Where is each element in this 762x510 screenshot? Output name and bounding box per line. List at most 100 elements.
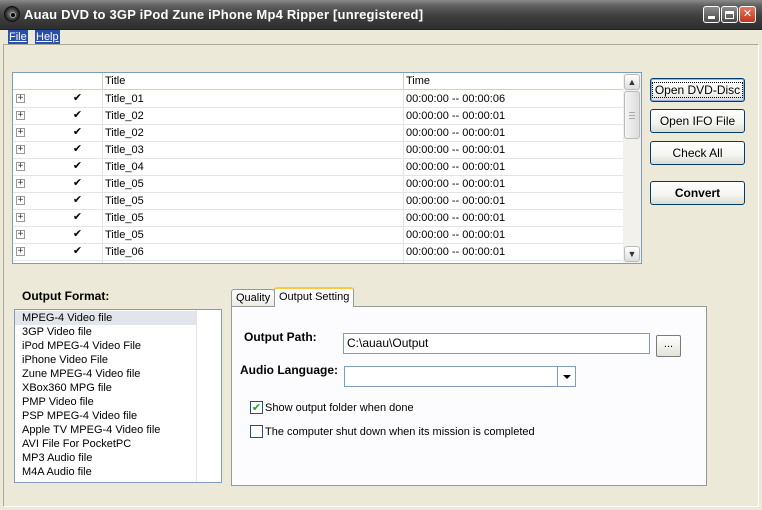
row-checkbox[interactable]: ✔ (72, 195, 83, 206)
menu-file[interactable]: File (8, 30, 28, 44)
expand-icon[interactable]: + (16, 213, 25, 222)
maximize-icon (725, 10, 734, 19)
header-time[interactable]: Time (404, 73, 623, 90)
list-item[interactable]: iPhone Video File (15, 353, 197, 367)
row-checkbox[interactable]: ✔ (72, 229, 83, 240)
table-row[interactable]: + ✔ Title_03 00:00:00 -- 00:00:01 (13, 142, 623, 159)
row-title: Title_05 (105, 178, 144, 190)
list-item[interactable]: iPod MPEG-4 Video File (15, 339, 197, 353)
row-title: Title_01 (105, 93, 144, 105)
list-item[interactable]: MP3 Audio file (15, 451, 197, 465)
list-header: Title Time (13, 73, 623, 90)
scroll-down-button[interactable]: ▼ (624, 246, 640, 262)
shutdown-checkbox[interactable] (250, 425, 263, 438)
row-checkbox[interactable]: ✔ (72, 144, 83, 155)
list-item[interactable]: PMP Video file (15, 395, 197, 409)
title-bar[interactable]: Auau DVD to 3GP iPod Zune iPhone Mp4 Rip… (0, 0, 762, 30)
check-icon: ✔ (251, 402, 262, 414)
row-title: Title_04 (105, 161, 144, 173)
row-checkbox[interactable]: ✔ (72, 161, 83, 172)
show-output-folder-label[interactable]: Show output folder when done (265, 402, 414, 414)
list-item[interactable]: 3GP Video file (15, 325, 197, 339)
list-item[interactable]: M4A Audio file (15, 465, 197, 479)
menu-bar: File Help (0, 30, 762, 44)
scroll-thumb[interactable] (624, 91, 640, 139)
table-row[interactable]: + ✔ Title_05 00:00:00 -- 00:00:01 (13, 176, 623, 193)
row-checkbox[interactable]: ✔ (72, 212, 83, 223)
row-checkbox[interactable]: ✔ (72, 246, 83, 257)
table-row[interactable]: + ✔ Title_02 00:00:00 -- 00:00:01 (13, 108, 623, 125)
row-time: 00:00:00 -- 00:00:01 (406, 127, 506, 139)
list-item[interactable]: PSP MPEG-4 Video file (15, 409, 197, 423)
row-title: Title_06 (105, 246, 144, 258)
tab-quality[interactable]: Quality (231, 289, 276, 306)
expand-icon[interactable]: + (16, 111, 25, 120)
dvd-disc-icon (4, 6, 20, 22)
list-item[interactable]: AVI File For PocketPC (15, 437, 197, 451)
list-scrollbar[interactable]: ▲ ▼ (623, 73, 641, 263)
expand-icon[interactable]: + (16, 128, 25, 137)
row-checkbox[interactable]: ✔ (72, 127, 83, 138)
expand-icon[interactable]: + (16, 179, 25, 188)
row-time: 00:00:00 -- 00:00:01 (406, 229, 506, 241)
window-title: Auau DVD to 3GP iPod Zune iPhone Mp4 Rip… (24, 7, 424, 22)
close-button[interactable]: ✕ (739, 6, 756, 23)
table-row[interactable]: + ✔ Title_02 00:00:00 -- 00:00:01 (13, 125, 623, 142)
list-item[interactable]: XBox360 MPG file (15, 381, 197, 395)
list-item[interactable]: MPEG-4 Video file (15, 311, 197, 325)
table-row[interactable]: + ✔ Title_05 00:00:00 -- 00:00:01 (13, 210, 623, 227)
audio-language-dropdown-button[interactable] (557, 367, 575, 386)
audio-language-label: Audio Language: (240, 363, 338, 377)
browse-button[interactable]: ... (656, 335, 681, 357)
table-row[interactable]: + ✔ Title_01 00:00:00 -- 00:00:06 (13, 91, 623, 108)
table-row[interactable]: + ✔ Title_05 00:00:00 -- 00:00:01 (13, 227, 623, 244)
row-checkbox[interactable]: ✔ (72, 110, 83, 121)
row-time: 00:00:00 -- 00:00:01 (406, 161, 506, 173)
header-title[interactable]: Title (103, 73, 404, 90)
table-row[interactable]: + ✔ Title_05 00:00:00 -- 00:00:01 (13, 193, 623, 210)
row-time: 00:00:00 -- 00:00:01 (406, 195, 506, 207)
expand-icon[interactable]: + (16, 162, 25, 171)
output-path-input[interactable]: C:\auau\Output (343, 333, 650, 354)
expand-icon[interactable]: + (16, 145, 25, 154)
row-checkbox[interactable]: ✔ (72, 178, 83, 189)
maximize-button[interactable] (721, 6, 738, 23)
row-title: Title_05 (105, 229, 144, 241)
convert-button[interactable]: Convert (650, 181, 745, 205)
list-item[interactable]: Zune MPEG-4 Video file (15, 367, 197, 381)
row-time: 00:00:00 -- 00:00:06 (406, 93, 506, 105)
check-all-button[interactable]: Check All (650, 141, 745, 165)
row-time: 00:00:00 -- 00:00:01 (406, 110, 506, 122)
expand-icon[interactable]: + (16, 196, 25, 205)
row-title: Title_03 (105, 144, 144, 156)
expand-icon[interactable]: + (16, 247, 25, 256)
close-icon: ✕ (742, 8, 753, 20)
table-row[interactable]: + ✔ Title_06 00:00:00 -- 00:00:01 (13, 244, 623, 261)
row-time: 00:00:00 -- 00:00:01 (406, 212, 506, 224)
list-item[interactable]: Apple TV MPEG-4 Video file (15, 423, 197, 437)
header-blank[interactable] (13, 73, 103, 90)
chevron-down-icon (562, 374, 571, 379)
table-row[interactable]: + ✔ Title_04 00:00:00 -- 00:00:01 (13, 159, 623, 176)
minimize-icon (708, 16, 715, 19)
expand-icon[interactable]: + (16, 230, 25, 239)
open-dvd-disc-label: Open DVD-Disc (651, 82, 744, 98)
open-ifo-file-button[interactable]: Open IFO File (650, 109, 745, 133)
open-dvd-disc-button[interactable]: Open DVD-Disc (650, 78, 745, 102)
chevron-down-icon: ▼ (627, 249, 637, 259)
audio-language-select[interactable] (344, 366, 576, 387)
scroll-up-button[interactable]: ▲ (624, 74, 640, 90)
minimize-button[interactable] (703, 6, 720, 23)
menu-help[interactable]: Help (35, 30, 60, 44)
row-title: Title_02 (105, 127, 144, 139)
output-format-label: Output Format: (22, 289, 110, 303)
tab-output-setting[interactable]: Output Setting (274, 287, 355, 307)
expand-icon[interactable]: + (16, 94, 25, 103)
show-output-folder-checkbox[interactable]: ✔ (250, 401, 263, 414)
output-format-list[interactable]: MPEG-4 Video file 3GP Video file iPod MPEG… (14, 309, 222, 483)
output-path-label: Output Path: (244, 330, 317, 344)
row-time: 00:00:00 -- 00:00:01 (406, 246, 506, 258)
titles-list[interactable]: Title Time + ✔ Title_01 00:00:00 -- 00:00:0… (12, 72, 642, 264)
row-checkbox[interactable]: ✔ (72, 93, 83, 104)
shutdown-label[interactable]: The computer shut down when its mission … (265, 426, 535, 438)
